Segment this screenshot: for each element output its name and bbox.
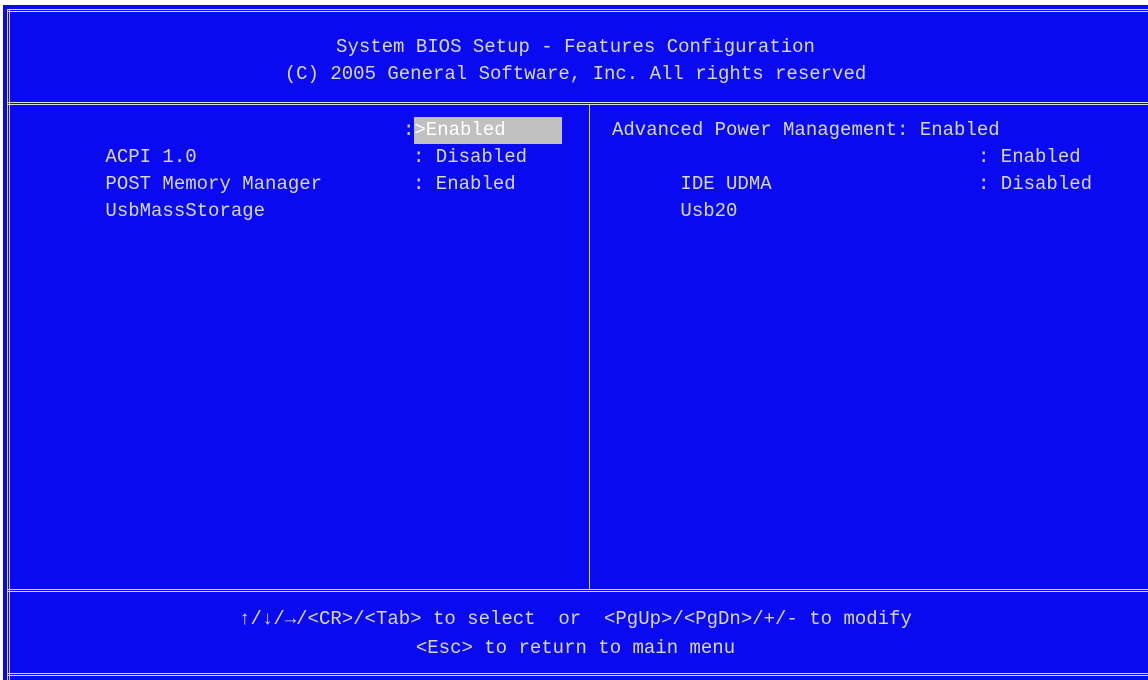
footer-divider	[7, 589, 1148, 592]
setting-post-memory-manager-value[interactable]: : Disabled	[413, 144, 527, 171]
header-divider	[7, 102, 1148, 105]
setting-ide-udma-value[interactable]: : Enabled	[978, 144, 1081, 171]
setting-value: Disabled	[989, 173, 1093, 195]
separator: :	[897, 119, 909, 141]
separator: :	[978, 173, 990, 195]
selected-value[interactable]: >Enabled	[414, 117, 563, 144]
setting-advanced-power-management[interactable]: Advanced Power Management: Enabled	[612, 117, 1000, 144]
separator: :	[403, 119, 415, 141]
panel-divider	[589, 105, 590, 589]
bios-screen: System BIOS Setup - Features Configurati…	[3, 5, 1148, 680]
setting-value: Enabled	[908, 119, 1000, 141]
separator: :	[978, 146, 990, 168]
setting-acpi-value[interactable]: :>Enabled	[403, 117, 563, 144]
help-text-line2: <Esc> to return to main menu	[415, 637, 736, 659]
copyright-text: (C) 2005 General Software, Inc. All righ…	[284, 63, 867, 85]
setting-label: Usb20	[680, 200, 738, 222]
setting-usb20-value[interactable]: : Disabled	[978, 171, 1092, 198]
setting-label: UsbMassStorage	[105, 200, 266, 222]
setting-value: Enabled	[424, 173, 516, 195]
frame-top	[7, 9, 1148, 12]
frame-bottom	[7, 673, 1148, 676]
separator: :	[413, 146, 425, 168]
help-text-line1: ↑/↓/→/<CR>/<Tab> to select or <PgUp>/<Pg…	[239, 608, 912, 630]
separator: :	[413, 173, 425, 195]
page-title: System BIOS Setup - Features Configurati…	[336, 36, 815, 58]
frame-left	[7, 9, 10, 680]
setting-label: Advanced Power Management	[612, 119, 898, 141]
setting-value: Enabled	[989, 146, 1081, 168]
setting-usb-mass-storage[interactable]: UsbMassStorage	[37, 171, 265, 252]
setting-usb20[interactable]: Usb20	[612, 171, 737, 252]
setting-value: Disabled	[424, 146, 528, 168]
setting-usb-mass-storage-value[interactable]: : Enabled	[413, 171, 516, 198]
